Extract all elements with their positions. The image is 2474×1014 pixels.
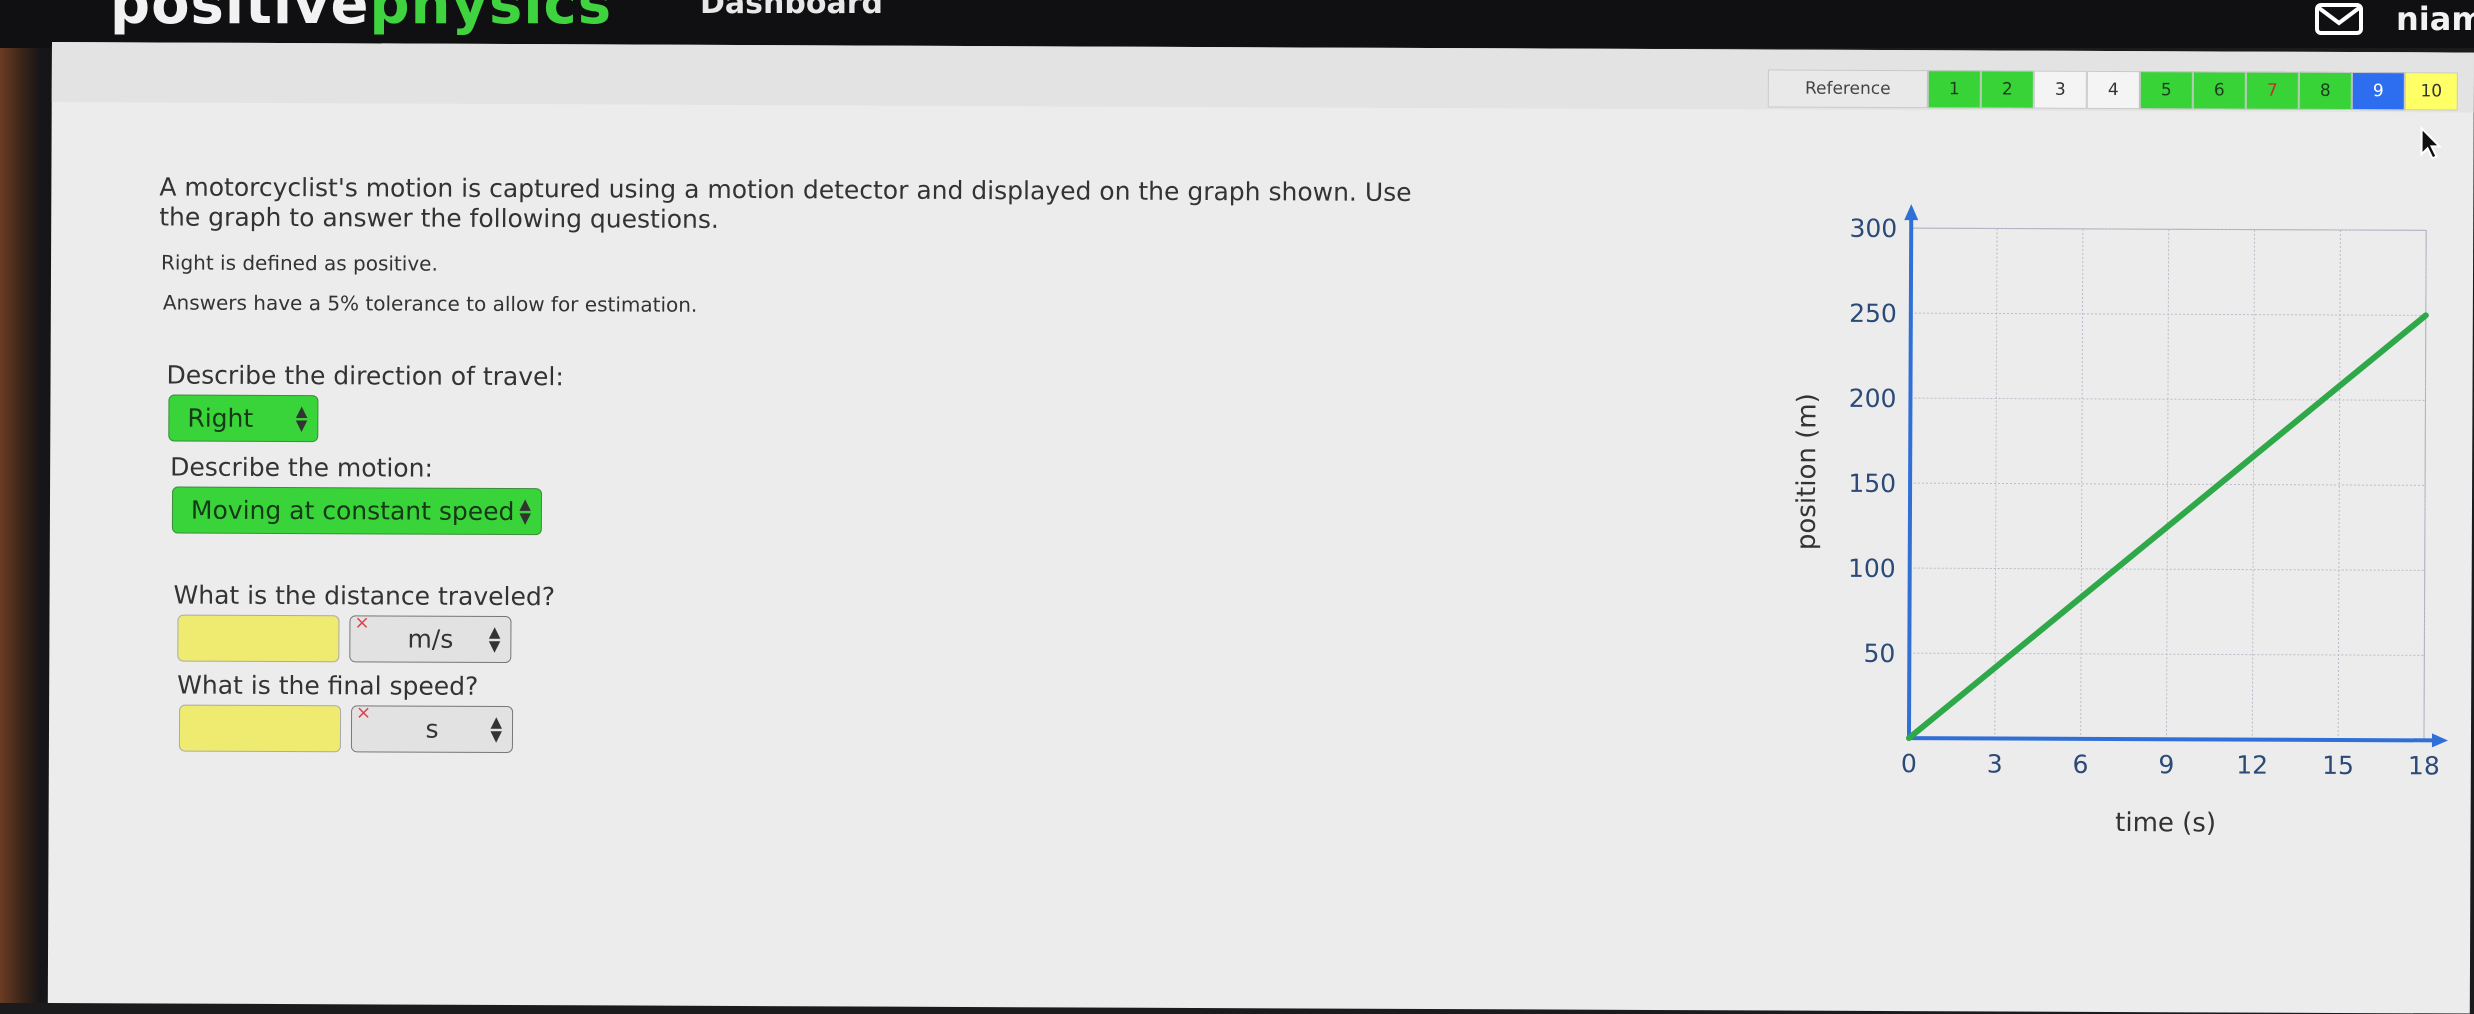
y-tick-label: 50 xyxy=(1863,639,1895,668)
x-tick-label: 12 xyxy=(2236,751,2268,780)
y-tick-label: 250 xyxy=(1849,299,1897,328)
tab-question-10[interactable]: 10 xyxy=(2404,72,2458,111)
select-arrows-icon: ▲ ▼ xyxy=(490,712,503,745)
tab-question-5[interactable]: 5 xyxy=(2139,71,2193,110)
tab-question-8[interactable]: 8 xyxy=(2298,71,2352,111)
tab-question-7[interactable]: 7 xyxy=(2245,71,2299,110)
motion-value: Moving at constant speed xyxy=(190,495,515,527)
distance-unit-value: m/s xyxy=(407,624,454,654)
tab-question-3[interactable]: 3 xyxy=(2033,70,2087,109)
position-line xyxy=(1905,312,2429,742)
nav-dashboard-link[interactable]: Dashboard xyxy=(700,0,883,21)
x-tick-label: 9 xyxy=(2158,750,2174,779)
direction-value: Right xyxy=(187,403,254,433)
chart-grid xyxy=(1908,227,2427,741)
distance-input[interactable] xyxy=(177,614,340,663)
grid-line-horizontal xyxy=(1910,482,2426,486)
incorrect-x-icon: × xyxy=(354,612,370,634)
y-axis-title: position (m) xyxy=(1792,393,1823,550)
speed-unit-value: s xyxy=(425,714,439,744)
chart-axes xyxy=(1904,204,2448,748)
mouse-cursor-icon xyxy=(2420,126,2442,160)
direction-label: Describe the direction of travel: xyxy=(166,360,564,392)
x-tick-label: 0 xyxy=(1901,749,1917,778)
chart-ticks: 0 3 6 9 12 15 18 50 100 150 200 250 300 xyxy=(1848,214,2440,781)
logo-main: positive xyxy=(110,0,370,37)
distance-unit-select[interactable]: × m/s ▲ ▼ xyxy=(349,612,512,664)
y-axis-line xyxy=(1906,216,1914,739)
y-axis-arrow xyxy=(1904,204,1919,221)
incorrect-x-icon: × xyxy=(356,702,372,724)
motion-select[interactable]: Moving at constant speed ▲ ▼ xyxy=(171,486,543,536)
tab-question-1[interactable]: 1 xyxy=(1927,70,1981,109)
x-tick-label: 6 xyxy=(2073,750,2089,779)
x-tick-label: 15 xyxy=(2322,751,2354,780)
x-tick-label: 3 xyxy=(1987,749,2003,778)
tab-question-9[interactable]: 9 xyxy=(2351,72,2405,111)
distance-label: What is the distance traveled? xyxy=(173,580,556,612)
direction-convention-note: Right is defined as positive. xyxy=(160,250,438,276)
x-axis-line xyxy=(1908,736,2436,743)
user-name[interactable]: niamh xyxy=(2396,0,2474,38)
top-bar: positivephysics Dashboard niamh xyxy=(0,0,2474,48)
x-tick-label: 18 xyxy=(2408,751,2440,780)
tab-question-4[interactable]: 4 xyxy=(2086,70,2140,110)
tab-reference[interactable]: Reference xyxy=(1767,69,1928,109)
question-text: A motorcyclist's motion is captured usin… xyxy=(159,172,1412,234)
select-arrows-icon: ▲ ▼ xyxy=(488,622,501,655)
logo[interactable]: positivephysics xyxy=(110,0,612,37)
speed-unit-select[interactable]: × s ▲ ▼ xyxy=(350,702,514,754)
chart-series xyxy=(1905,312,2429,742)
x-axis-title: time (s) xyxy=(2115,808,2216,838)
x-axis-arrow xyxy=(2431,733,2448,748)
y-tick-label: 300 xyxy=(1849,214,1897,243)
question-tabs: Reference 1 2 3 4 5 6 7 8 9 10 xyxy=(1767,69,2458,111)
mail-icon[interactable] xyxy=(2314,2,2364,36)
y-tick-label: 200 xyxy=(1849,384,1897,413)
y-tick-label: 100 xyxy=(1848,554,1896,583)
motion-label: Describe the motion: xyxy=(170,452,433,483)
y-tick-label: 150 xyxy=(1848,469,1896,498)
tolerance-note: Answers have a 5% tolerance to allow for… xyxy=(162,290,698,317)
select-arrows-icon: ▲ ▼ xyxy=(519,495,532,528)
position-time-chart: 0 3 6 9 12 15 18 50 100 150 200 250 300 time (s) pos… xyxy=(1792,204,2448,838)
question-panel: Reference 1 2 3 4 5 6 7 8 9 10 A motorcy… xyxy=(47,42,2474,1014)
tab-question-6[interactable]: 6 xyxy=(2192,71,2246,110)
speed-input[interactable] xyxy=(178,704,342,753)
direction-select[interactable]: Right ▲ ▼ xyxy=(168,394,319,443)
logo-accent: physics xyxy=(369,0,613,37)
tab-question-2[interactable]: 2 xyxy=(1980,70,2034,109)
speed-label: What is the final speed? xyxy=(177,670,479,701)
select-arrows-icon: ▲ ▼ xyxy=(295,402,308,435)
